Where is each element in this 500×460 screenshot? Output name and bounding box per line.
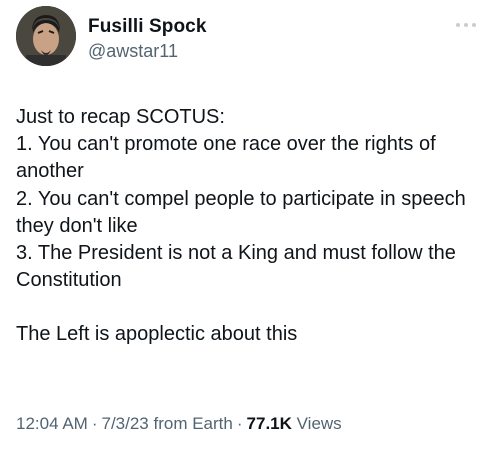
tweet-line: 3. The President is not a King and must …	[16, 242, 456, 292]
tweet-line: Just to recap SCOTUS:	[16, 106, 225, 128]
ellipsis-icon[interactable]	[456, 20, 480, 30]
tweet-text: Just to recap SCOTUS: 1. You can't promo…	[16, 104, 486, 349]
author-handle[interactable]: @awstar11	[88, 41, 178, 62]
tweet-closing: The Left is apoplectic about this	[16, 323, 298, 346]
tweet-source: from Earth	[153, 414, 233, 433]
author-display-name[interactable]: Fusilli Spock	[88, 16, 207, 38]
separator: ·	[236, 414, 243, 433]
avatar[interactable]	[16, 6, 76, 66]
tweet-line: 2. You can't compel people to participat…	[16, 187, 466, 237]
tweet-meta: 12:04 AM · 7/3/23 from Earth · 77.1K Views	[16, 414, 342, 434]
tweet-time[interactable]: 12:04 AM	[16, 414, 88, 433]
separator: ·	[91, 414, 98, 433]
tweet-line: 1. You can't promote one race over the r…	[16, 133, 436, 183]
tweet-date[interactable]: 7/3/23	[102, 414, 149, 433]
views-label: Views	[296, 414, 342, 433]
tweet-card: Fusilli Spock @awstar11 Just to recap SC…	[0, 0, 500, 460]
profile-avatar-icon	[16, 6, 76, 66]
views-count[interactable]: 77.1K	[247, 414, 292, 433]
